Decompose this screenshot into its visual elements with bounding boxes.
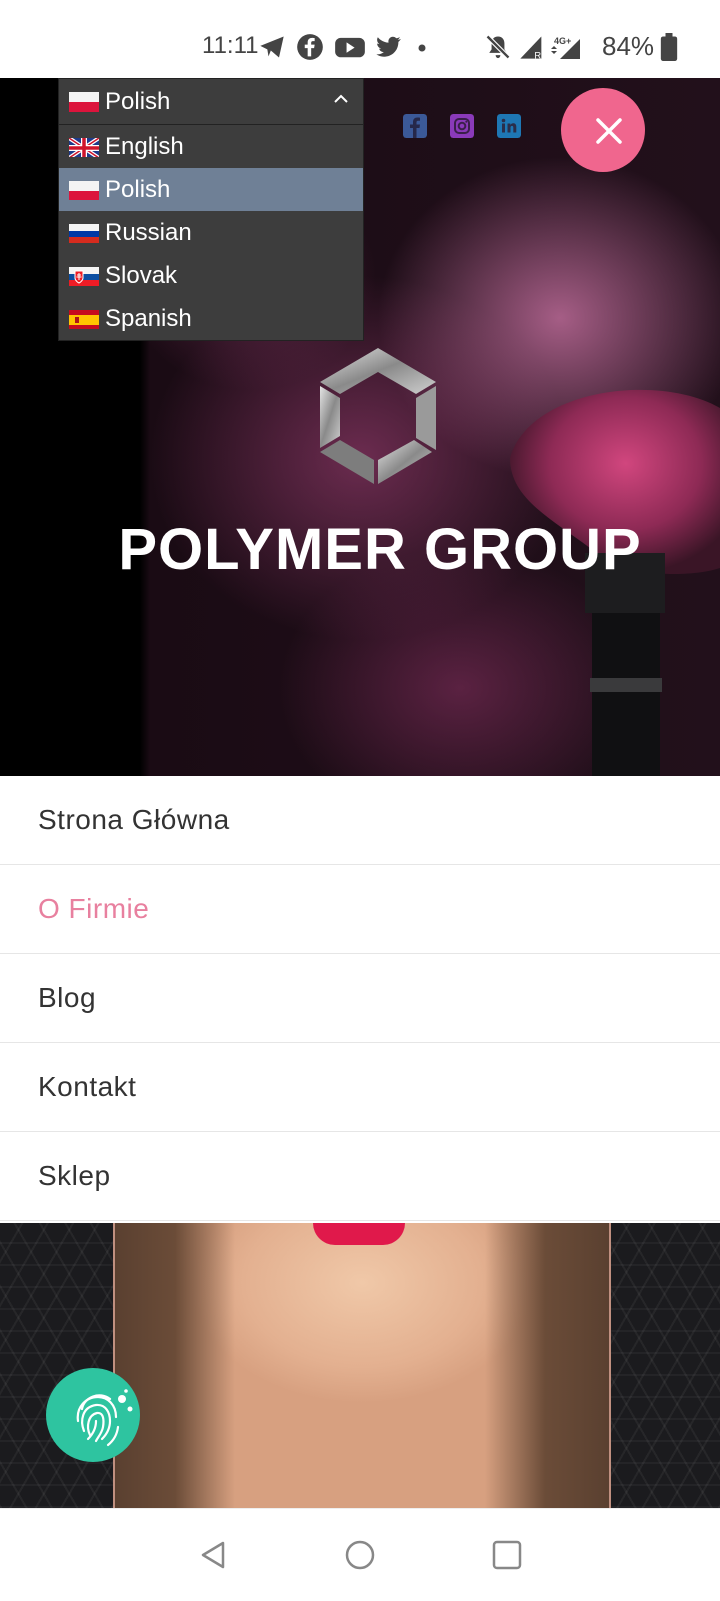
back-button[interactable]	[197, 1539, 229, 1571]
fingerprint-icon	[76, 1389, 133, 1447]
language-dropdown[interactable]: Polish English Polish Russian Slovak Spa…	[58, 78, 364, 341]
hex-pattern-right	[609, 1223, 720, 1508]
battery-percentage: 84%	[602, 31, 655, 61]
menu-item-strona-glowna[interactable]: Strona Główna	[0, 776, 720, 865]
polymer-group-logo-icon	[320, 348, 436, 484]
linkedin-icon[interactable]	[497, 114, 521, 138]
language-option-english[interactable]: English	[59, 125, 363, 168]
menu-item-blog[interactable]: Blog	[0, 954, 720, 1043]
promo-image-section	[0, 1223, 720, 1508]
language-option-label: Spanish	[105, 304, 192, 332]
language-option-label: Slovak	[105, 261, 178, 289]
signal-icon: R	[520, 36, 542, 61]
facebook-icon[interactable]	[403, 114, 427, 138]
flag-pl-icon	[69, 91, 99, 112]
status-time: 11:11	[202, 32, 259, 59]
mute-icon	[485, 34, 511, 60]
language-selected-label: Polish	[105, 87, 171, 115]
flag-ru-icon	[69, 223, 99, 243]
facebook-icon	[297, 34, 323, 60]
svg-text:4G+: 4G+	[554, 36, 571, 46]
flag-uk-icon	[69, 136, 99, 157]
language-option-polish[interactable]: Polish	[59, 168, 363, 211]
fingerprint-widget-button[interactable]	[46, 1368, 140, 1462]
flag-es-icon	[69, 309, 99, 329]
language-option-russian[interactable]: Russian	[59, 211, 363, 254]
menu-item-sklep[interactable]: Sklep	[0, 1132, 720, 1221]
language-selected[interactable]: Polish	[59, 79, 363, 125]
youtube-icon	[335, 37, 365, 58]
flag-sk-icon	[69, 266, 99, 286]
menu-item-kontakt[interactable]: Kontakt	[0, 1043, 720, 1132]
recents-square-icon	[492, 1540, 522, 1570]
home-circle-icon	[345, 1540, 375, 1570]
network-4g-icon: 4G+	[551, 36, 580, 59]
status-bar: 11:11 R 4G+ 84%	[0, 0, 720, 78]
language-option-slovak[interactable]: Slovak	[59, 254, 363, 297]
back-triangle-icon	[201, 1541, 225, 1569]
home-button[interactable]	[344, 1539, 376, 1571]
language-option-label: English	[105, 132, 184, 160]
hex-pattern-left	[0, 1223, 113, 1508]
language-option-label: Russian	[105, 218, 192, 246]
battery-icon	[660, 33, 678, 61]
close-icon	[596, 118, 622, 144]
dot-icon	[418, 44, 426, 52]
instagram-icon[interactable]	[450, 114, 474, 138]
lips-shape	[313, 1223, 405, 1245]
system-navigation-bar	[0, 1508, 720, 1601]
model-portrait-image	[113, 1223, 611, 1508]
recents-button[interactable]	[491, 1539, 523, 1571]
close-menu-button[interactable]	[561, 88, 645, 172]
main-menu: Strona Główna O Firmie Blog Kontakt Skle…	[0, 776, 720, 1221]
language-option-label: Polish	[105, 175, 171, 203]
twitter-icon	[376, 36, 401, 57]
telegram-icon	[260, 36, 284, 58]
language-option-spanish[interactable]: Spanish	[59, 297, 363, 340]
flag-pl-icon	[69, 180, 99, 200]
chevron-up-icon	[334, 94, 348, 103]
brand-title: POLYMER GROUP	[118, 517, 642, 582]
menu-item-o-firmie[interactable]: O Firmie	[0, 865, 720, 954]
svg-text:R: R	[534, 51, 541, 61]
